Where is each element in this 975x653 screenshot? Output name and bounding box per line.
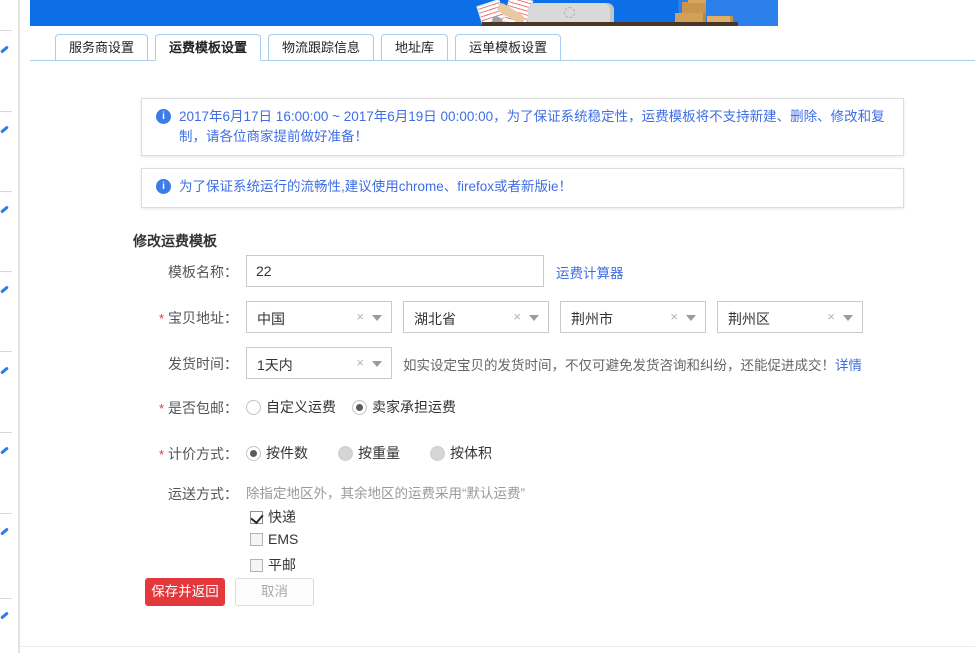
edit-mark-icon <box>0 205 9 213</box>
city-select[interactable]: 荆州市 × <box>560 301 706 333</box>
clear-icon[interactable]: × <box>356 355 364 370</box>
checkbox-icon <box>250 511 263 524</box>
notice-text: 为了保证系统运行的流畅性,建议使用chrome、firefox或者新版ie！ <box>179 177 572 197</box>
radio-label: 按重量 <box>358 443 400 463</box>
tab-shipping-template-settings[interactable]: 运费模板设置 <box>155 34 261 61</box>
country-select-value: 中国 <box>257 309 285 329</box>
radio-icon <box>246 400 261 415</box>
tab-logistics-tracking-info[interactable]: 物流跟踪信息 <box>268 34 374 61</box>
free-shipping-label: *是否包邮： <box>0 398 238 418</box>
laptop-logo-icon <box>564 7 575 18</box>
browser-recommendation-notice: i 为了保证系统运行的流畅性,建议使用chrome、firefox或者新版ie！ <box>141 168 904 208</box>
required-asterisk: * <box>159 447 164 462</box>
radio-label: 自定义运费 <box>266 397 336 417</box>
edit-mark-icon <box>0 285 9 293</box>
edge-row-line <box>0 191 12 192</box>
checkbox-label: EMS <box>268 531 298 547</box>
checkbox-express[interactable]: 快递 <box>250 507 296 527</box>
edit-mark-icon <box>0 527 9 535</box>
clear-icon[interactable]: × <box>356 309 364 324</box>
package-box-icon <box>682 2 706 13</box>
radio-icon <box>352 400 367 415</box>
tab-waybill-template-settings[interactable]: 运单模板设置 <box>455 34 561 61</box>
edit-mark-icon <box>0 125 9 133</box>
package-box-icon <box>688 0 706 3</box>
shipping-template-settings-page: 服务商设置 运费模板设置 物流跟踪信息 地址库 运单模板设置 i 2017年6月… <box>0 0 975 653</box>
radio-seller-pays-freight[interactable]: 卖家承担运费 <box>352 397 456 417</box>
checkbox-ems[interactable]: EMS <box>250 531 298 547</box>
checkbox-label: 平邮 <box>268 555 296 575</box>
system-maintenance-notice: i 2017年6月17日 16:00:00 ~ 2017年6月19日 00:00… <box>141 98 904 156</box>
checkbox-surface-mail[interactable]: 平邮 <box>250 555 296 575</box>
top-banner <box>30 0 778 26</box>
delivery-time-label: 发货时间： <box>0 354 238 374</box>
chevron-down-icon <box>372 315 382 321</box>
edge-row-line <box>0 598 12 599</box>
info-icon: i <box>156 179 171 194</box>
template-name-input[interactable] <box>246 255 544 287</box>
country-select[interactable]: 中国 × <box>246 301 392 333</box>
tab-service-provider-settings[interactable]: 服务商设置 <box>55 34 148 61</box>
radio-label: 卖家承担运费 <box>372 397 456 417</box>
required-asterisk: * <box>159 311 164 326</box>
chevron-down-icon <box>843 315 853 321</box>
radio-custom-freight[interactable]: 自定义运费 <box>246 397 336 417</box>
edit-mark-icon <box>0 611 9 619</box>
freight-calculator-link[interactable]: 运费计算器 <box>556 262 624 282</box>
required-asterisk: * <box>159 401 164 416</box>
delivery-time-hint: 如实设定宝贝的发货时间，不仅可避免发货咨询和纠纷，还能促进成交！详情 <box>403 354 862 374</box>
delivery-time-select[interactable]: 1天内 × <box>246 347 392 379</box>
info-icon: i <box>156 109 171 124</box>
chevron-down-icon <box>686 315 696 321</box>
tab-address-library[interactable]: 地址库 <box>381 34 448 61</box>
delivery-time-select-value: 1天内 <box>257 355 293 375</box>
province-select-value: 湖北省 <box>414 309 456 329</box>
radio-by-volume: 按体积 <box>430 443 492 463</box>
radio-label: 按体积 <box>450 443 492 463</box>
shipping-method-label: 运送方式： <box>0 484 238 504</box>
radio-icon <box>430 446 445 461</box>
item-address-label: *宝贝地址： <box>0 308 238 328</box>
checkbox-icon <box>250 559 263 572</box>
settings-tabbar: 服务商设置 运费模板设置 物流跟踪信息 地址库 运单模板设置 <box>55 34 561 61</box>
chevron-down-icon <box>529 315 539 321</box>
radio-label: 按件数 <box>266 443 308 463</box>
edge-row-line <box>0 30 12 31</box>
details-link[interactable]: 详情 <box>835 358 862 373</box>
template-name-label: 模板名称： <box>0 262 238 282</box>
radio-by-piece[interactable]: 按件数 <box>246 443 308 463</box>
district-select-value: 荆州区 <box>728 309 770 329</box>
page-title: 修改运费模板 <box>133 231 217 251</box>
checkbox-icon <box>250 533 263 546</box>
edge-row-line <box>0 513 12 514</box>
district-select[interactable]: 荆州区 × <box>717 301 863 333</box>
radio-by-weight: 按重量 <box>338 443 400 463</box>
radio-icon <box>246 446 261 461</box>
clear-icon[interactable]: × <box>827 309 835 324</box>
clear-icon[interactable]: × <box>513 309 521 324</box>
save-and-return-button[interactable]: 保存并返回 <box>145 578 225 606</box>
edge-row-line <box>0 432 12 433</box>
province-select[interactable]: 湖北省 × <box>403 301 549 333</box>
pricing-method-label: *计价方式： <box>0 444 238 464</box>
clear-icon[interactable]: × <box>670 309 678 324</box>
edge-row-line <box>0 111 12 112</box>
cancel-button[interactable]: 取消 <box>235 578 314 606</box>
edge-row-line <box>0 351 12 352</box>
chevron-down-icon <box>372 361 382 367</box>
edit-mark-icon <box>0 45 9 53</box>
desk-line <box>482 22 738 26</box>
bottom-divider <box>20 646 975 647</box>
checkbox-label: 快递 <box>268 507 296 527</box>
shipping-method-note: 除指定地区外，其余地区的运费采用“默认运费” <box>246 482 525 502</box>
notice-text: 2017年6月17日 16:00:00 ~ 2017年6月19日 00:00:0… <box>179 107 891 147</box>
city-select-value: 荆州市 <box>571 309 613 329</box>
radio-icon <box>338 446 353 461</box>
